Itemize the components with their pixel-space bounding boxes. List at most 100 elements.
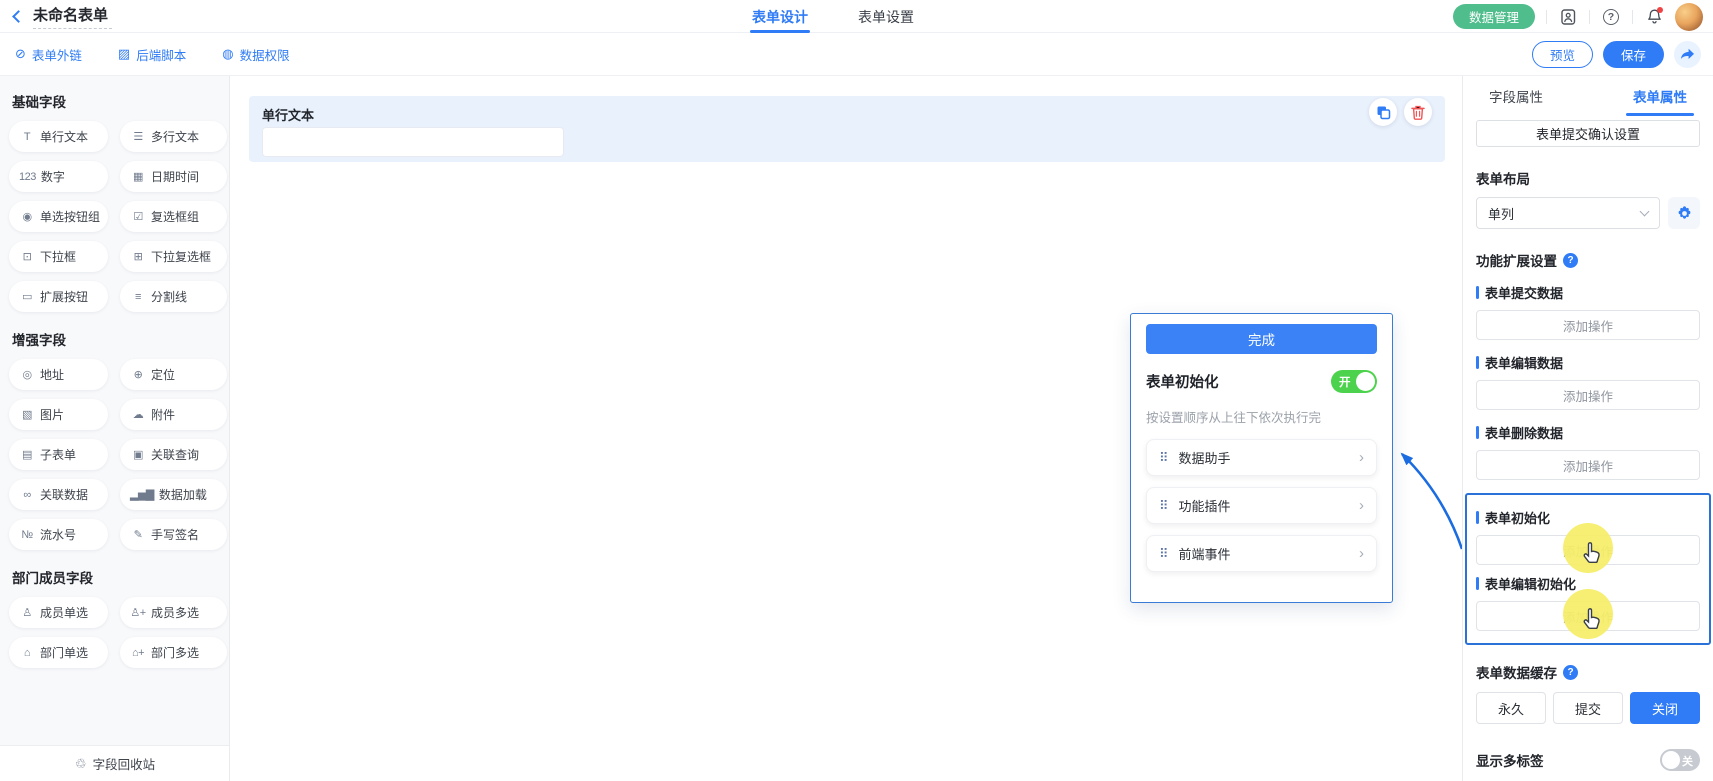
init-action-label: 数据助手 bbox=[1179, 448, 1359, 467]
field-type-button[interactable]: ⌂+ 部门多选 bbox=[120, 637, 227, 668]
field-type-button[interactable]: ✎ 手写签名 bbox=[120, 519, 227, 550]
backend-script-button[interactable]: ▨后端脚本 bbox=[118, 45, 186, 64]
data-permission-button[interactable]: ◍数据权限 bbox=[222, 45, 289, 64]
avatar[interactable] bbox=[1675, 3, 1703, 31]
recycle-label: 字段回收站 bbox=[93, 754, 156, 773]
field-type-icon: ☁ bbox=[130, 408, 146, 421]
drag-handle-icon[interactable]: ⠿ bbox=[1159, 450, 1169, 466]
field-type-button[interactable]: ♙ 成员单选 bbox=[9, 597, 108, 628]
drag-handle-icon[interactable]: ⠿ bbox=[1159, 546, 1169, 562]
field-type-button[interactable]: ▤ 子表单 bbox=[9, 439, 108, 470]
field-type-button[interactable]: ⌂ 部门单选 bbox=[9, 637, 108, 668]
field-type-button[interactable]: ≡ 分割线 bbox=[120, 281, 227, 312]
help-icon[interactable]: ? bbox=[1563, 253, 1578, 268]
tab-label: 表单设计 bbox=[752, 7, 808, 27]
hand-cursor-icon bbox=[1579, 607, 1605, 633]
field-type-button[interactable]: ▦ 日期时间 bbox=[120, 161, 227, 192]
field-type-icon: ▂▅▇ bbox=[130, 488, 154, 501]
field-type-button[interactable]: ☁ 附件 bbox=[120, 399, 227, 430]
selected-field-card[interactable]: 单行文本 bbox=[249, 96, 1445, 162]
field-type-button[interactable]: ▣ 关联查询 bbox=[120, 439, 227, 470]
preview-button[interactable]: 预览 bbox=[1532, 41, 1593, 68]
add-action-label: 添加操作 bbox=[1563, 316, 1613, 335]
init-action-item[interactable]: ⠿ 前端事件 › bbox=[1146, 535, 1377, 572]
tab-form-settings[interactable]: 表单设置 bbox=[858, 0, 914, 33]
field-type-button[interactable]: ⊞ 下拉复选框 bbox=[120, 241, 227, 272]
cache-option-close[interactable]: 关闭 bbox=[1630, 692, 1700, 724]
add-action-button[interactable]: 添加操作 bbox=[1476, 450, 1700, 480]
member-fields-grid: ♙ 成员单选 ♙+ 成员多选 ⌂ 部门单选 ⌂+ 部门多选 bbox=[0, 589, 229, 670]
add-action-label: 添加操作 bbox=[1563, 456, 1613, 475]
multi-tab-toggle[interactable]: 关 bbox=[1660, 749, 1700, 771]
tab-form-properties[interactable]: 表单属性 bbox=[1629, 76, 1691, 116]
field-type-button[interactable]: ⊡ 下拉框 bbox=[9, 241, 108, 272]
done-button[interactable]: 完成 bbox=[1146, 324, 1377, 354]
field-type-label: 日期时间 bbox=[151, 168, 199, 185]
help-icon[interactable]: ? bbox=[1563, 665, 1578, 680]
field-type-button[interactable]: ☑ 复选框组 bbox=[120, 201, 227, 232]
chevron-right-icon: › bbox=[1359, 497, 1364, 514]
add-action-button[interactable]: 添加操作 bbox=[1476, 310, 1700, 340]
init-action-item[interactable]: ⠿ 数据助手 › bbox=[1146, 439, 1377, 476]
form-init-toggle[interactable]: 开 bbox=[1331, 370, 1377, 393]
field-type-button[interactable]: ▧ 图片 bbox=[9, 399, 108, 430]
field-recycle-bin[interactable]: ♲ 字段回收站 bbox=[0, 745, 230, 781]
tab-label: 表单设置 bbox=[858, 7, 914, 27]
notification-bell-icon[interactable] bbox=[1644, 7, 1664, 27]
layout-settings-button[interactable] bbox=[1668, 197, 1700, 229]
submit-confirm-settings-button[interactable]: 表单提交确认设置 bbox=[1476, 120, 1700, 147]
cache-option-submit[interactable]: 提交 bbox=[1553, 692, 1623, 724]
drag-handle-icon[interactable]: ⠿ bbox=[1159, 498, 1169, 514]
field-type-button[interactable]: ▭ 扩展按钮 bbox=[9, 281, 108, 312]
field-type-button[interactable]: 123 数字 bbox=[9, 161, 108, 192]
tab-form-design[interactable]: 表单设计 bbox=[752, 0, 808, 33]
field-type-button[interactable]: ◎ 地址 bbox=[9, 359, 108, 390]
help-icon[interactable]: ? bbox=[1601, 7, 1621, 27]
field-type-button[interactable]: ▂▅▇ 数据加载 bbox=[120, 479, 227, 510]
field-type-label: 关联查询 bbox=[151, 446, 199, 463]
field-type-icon: ▭ bbox=[19, 290, 35, 303]
init-action-item[interactable]: ⠿ 功能插件 › bbox=[1146, 487, 1377, 524]
cache-settings-title: 表单数据缓存 ? bbox=[1476, 662, 1700, 682]
external-link-button[interactable]: ⊘表单外链 bbox=[15, 45, 82, 64]
delete-field-button[interactable] bbox=[1404, 98, 1432, 126]
field-type-icon: ☰ bbox=[130, 130, 146, 143]
init-action-label: 前端事件 bbox=[1179, 544, 1359, 563]
add-action-button[interactable]: 添加操作 bbox=[1476, 601, 1700, 631]
field-type-icon: ⊕ bbox=[130, 368, 146, 381]
field-type-label: 地址 bbox=[40, 366, 64, 383]
extension-settings-text: 功能扩展设置 bbox=[1476, 250, 1557, 270]
field-type-button[interactable]: ◉ 单选按钮组 bbox=[9, 201, 108, 232]
preview-label: 预览 bbox=[1550, 45, 1575, 64]
popup-description: 按设置顺序从上往下依次执行完 bbox=[1146, 407, 1377, 426]
tab-field-properties[interactable]: 字段属性 bbox=[1485, 76, 1547, 116]
field-type-icon: T bbox=[19, 131, 35, 143]
field-type-button[interactable]: T 单行文本 bbox=[9, 121, 108, 152]
field-type-label: 扩展按钮 bbox=[40, 288, 88, 305]
form-title[interactable]: 未命名表单 bbox=[33, 4, 112, 29]
layout-select[interactable]: 单列 bbox=[1476, 197, 1660, 229]
gear-icon bbox=[1676, 205, 1693, 222]
field-type-button[interactable]: ⊕ 定位 bbox=[120, 359, 227, 390]
form-toolbar: ⊘表单外链 ▨后端脚本 ◍数据权限 预览 保存 bbox=[0, 33, 1713, 76]
copy-field-button[interactable] bbox=[1369, 98, 1397, 126]
add-action-button[interactable]: 添加操作 bbox=[1476, 535, 1700, 565]
field-type-icon: ≡ bbox=[130, 291, 146, 303]
save-button[interactable]: 保存 bbox=[1603, 41, 1664, 68]
cache-option-permanent[interactable]: 永久 bbox=[1476, 692, 1546, 724]
contact-book-icon[interactable] bbox=[1558, 7, 1578, 27]
field-type-button[interactable]: ∞ 关联数据 bbox=[9, 479, 108, 510]
field-type-button[interactable]: ♙+ 成员多选 bbox=[120, 597, 227, 628]
field-type-button[interactable]: ☰ 多行文本 bbox=[120, 121, 227, 152]
field-type-icon: ◉ bbox=[19, 210, 35, 223]
form-designer-screen: 未命名表单 表单设计 表单设置 数据管理 ? ⊘表单外链 ▨后端脚本 bbox=[0, 0, 1713, 781]
field-type-button[interactable]: № 流水号 bbox=[9, 519, 108, 550]
data-manage-button[interactable]: 数据管理 bbox=[1453, 4, 1535, 29]
group-label: 表单提交数据 bbox=[1476, 283, 1700, 302]
share-button[interactable] bbox=[1674, 41, 1701, 68]
back-icon[interactable] bbox=[12, 10, 25, 23]
add-action-button[interactable]: 添加操作 bbox=[1476, 380, 1700, 410]
single-line-text-input[interactable] bbox=[262, 127, 564, 157]
field-type-icon: ▣ bbox=[130, 448, 146, 461]
group-form-delete-data: 表单删除数据 添加操作 bbox=[1476, 423, 1700, 480]
